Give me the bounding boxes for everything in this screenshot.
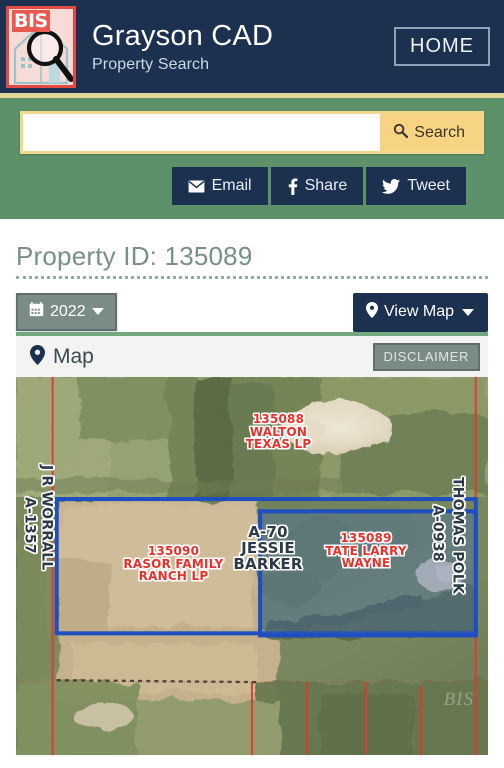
header-titles: Grayson CAD Property Search: [92, 19, 394, 74]
facebook-icon: [287, 177, 298, 195]
search-band: Search Email Share Tweet: [0, 98, 504, 219]
social-share-row: Email Share Tweet: [20, 167, 484, 205]
aerial-parcel-map: [16, 377, 488, 755]
twitter-share-label: Tweet: [407, 177, 450, 194]
view-map-label: View Map: [384, 303, 454, 320]
map-panel-title: Map: [53, 345, 94, 368]
map-canvas[interactable]: 135088 WALTON TEXAS LP 135090 RASOR FAMI…: [16, 377, 488, 755]
app-subtitle: Property Search: [92, 56, 210, 74]
logo-bis-text: BIS: [12, 9, 50, 32]
site-header: BIS Grayson CAD Property Search HOME: [0, 0, 504, 93]
envelope-icon: [188, 179, 205, 193]
bis-logo[interactable]: BIS: [6, 5, 76, 88]
map-panel: Map DISCLAIMER 135088 WALTON TEXAS LP 13…: [16, 332, 488, 755]
app-title: Grayson CAD: [92, 19, 274, 52]
chevron-down-icon: [91, 308, 104, 315]
disclaimer-button[interactable]: DISCLAIMER: [372, 342, 480, 371]
search-input[interactable]: [23, 114, 381, 151]
page-root: BIS Grayson CAD Property Search HOME Sea…: [0, 0, 504, 768]
facebook-share-button[interactable]: Share: [270, 167, 364, 205]
map-pin-icon: [30, 344, 45, 369]
year-dropdown-button[interactable]: 2022: [16, 293, 117, 331]
view-map-dropdown-button[interactable]: View Map: [353, 293, 488, 332]
page-title: Property ID: 135089: [16, 241, 253, 271]
facebook-share-label: Share: [304, 177, 348, 194]
search-button[interactable]: Search: [380, 114, 481, 151]
map-panel-title-wrap: Map: [30, 344, 94, 369]
email-share-label: Email: [211, 177, 252, 194]
search-button-label: Search: [414, 123, 465, 141]
search-bar: Search: [20, 111, 484, 154]
year-dropdown-label: 2022: [50, 302, 86, 320]
main-content: Property ID: 135089 2022 View Map: [0, 219, 504, 332]
chevron-down-icon: [462, 308, 474, 316]
title-divider: [16, 276, 488, 279]
calendar-icon: [29, 302, 44, 321]
twitter-bird-icon: [382, 178, 401, 194]
controls-row: 2022 View Map: [16, 293, 488, 332]
twitter-share-button[interactable]: Tweet: [366, 167, 466, 205]
map-panel-header: Map DISCLAIMER: [16, 336, 488, 377]
search-icon: [393, 123, 409, 142]
home-button[interactable]: HOME: [394, 27, 490, 66]
email-share-button[interactable]: Email: [171, 167, 268, 205]
map-pin-icon: [366, 302, 379, 322]
